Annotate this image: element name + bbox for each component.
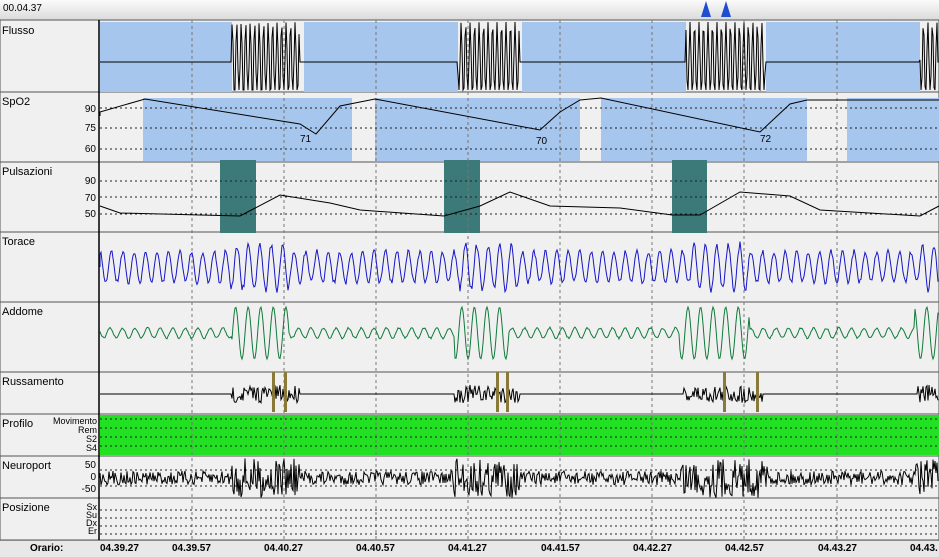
channel-label-torace: Torace [2,236,36,248]
desat-event-shade [847,98,939,161]
flow-event-shade [304,22,458,92]
snore-event-mark [496,372,499,412]
current-time: 00.04.37 [3,3,42,14]
desat-event-shade [601,98,807,161]
cursor-marker-left-icon[interactable] [701,1,711,17]
neuro-tick: -50 [81,484,96,495]
channel-label-posizione: Posizione [2,502,50,514]
time-axis: Orario: 04.39.27 04.39.57 04.40.27 04.40… [0,540,939,557]
time-label: 04.41.57 [541,543,580,554]
channel-row [0,301,939,373]
time-label: 04.42.27 [633,543,672,554]
time-label: 04.39.27 [100,543,139,554]
neuro-tick: 50 [84,460,96,471]
channel-label-profilo: Profilo [2,418,34,430]
spo2-nadir: 72 [760,134,772,145]
signal-panels [0,20,939,540]
time-label: 04.43.27 [818,543,857,554]
snore-event-mark [756,372,759,412]
snore-event-mark [284,372,287,412]
top-toolbar: 00.04.37 [0,0,939,20]
spo2-tick: 60 [84,144,96,155]
channel-label-pulsazioni: Pulsazioni [2,166,53,178]
desat-event-shade [143,98,352,161]
snore-event-mark [723,372,726,412]
flow-event-shade [100,22,232,92]
snore-event-mark [506,372,509,412]
snore-event-mark [272,372,275,412]
channel-row [0,231,939,303]
spo2-nadir: 71 [300,134,312,145]
time-label: 04.40.27 [264,543,303,554]
spo2-tick: 75 [84,123,96,134]
pulse-tick: 90 [84,176,96,187]
channel-row [0,371,939,415]
stage-label: S4 [85,443,97,453]
channel-label-addome: Addome [2,306,43,318]
orario-label: Orario: [30,543,64,554]
desat-event-shade [375,98,580,161]
channel-label-russamento: Russamento [2,376,64,388]
time-label: 04.43. [910,543,938,554]
flow-event-shade [522,22,686,92]
channel-label-neuroport: Neuroport [2,460,51,472]
pulse-tick: 50 [84,209,96,220]
flow-event-shade [766,22,920,92]
sleep-profile-bar [100,415,939,455]
spo2-tick: 90 [84,104,96,115]
spo2-nadir: 70 [536,136,548,147]
cursor-marker-right-icon[interactable] [721,1,731,17]
time-label: 04.42.57 [725,543,764,554]
pulse-tick: 70 [84,193,96,204]
channel-label-spo2: SpO2 [2,96,31,108]
position-label: Er [88,526,97,536]
neuro-tick: 0 [90,472,96,483]
channel-label-flusso: Flusso [2,25,35,37]
time-label: 04.39.57 [172,543,211,554]
time-label: 04.40.57 [356,543,395,554]
time-label: 04.41.27 [448,543,487,554]
